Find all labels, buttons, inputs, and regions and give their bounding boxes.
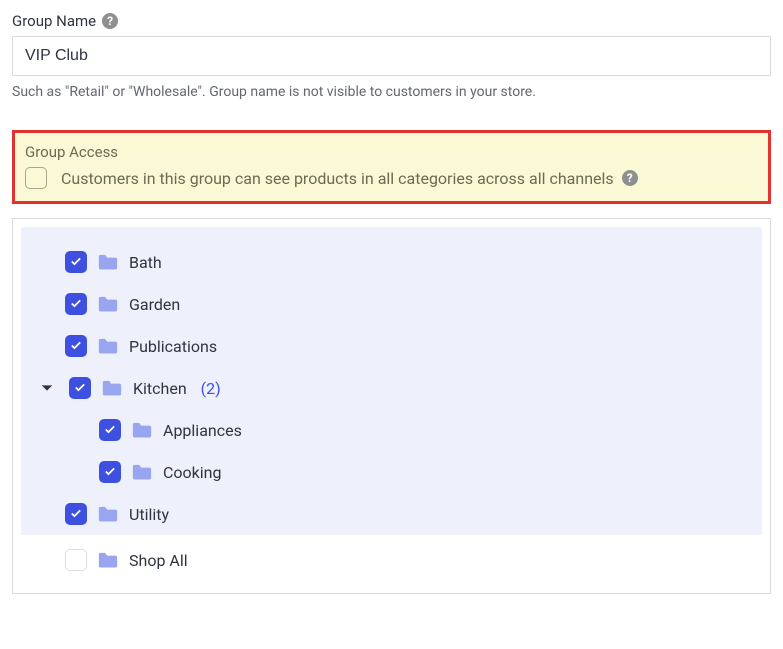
checkbox-bath[interactable] — [65, 251, 87, 273]
check-icon — [69, 297, 83, 311]
checkbox-shop-all[interactable] — [65, 549, 87, 571]
checkbox-utility[interactable] — [65, 503, 87, 525]
category-tree-panel: Bath Garden Publications — [12, 218, 771, 594]
folder-icon — [97, 551, 119, 569]
checkbox-appliances[interactable] — [99, 419, 121, 441]
tree-label: Bath — [129, 253, 162, 272]
group-access-panel: Group Access Customers in this group can… — [12, 130, 771, 204]
tree-label: Appliances — [163, 421, 242, 440]
check-icon — [69, 507, 83, 521]
tree-label: Shop All — [129, 551, 188, 570]
tree-row-bath[interactable]: Bath — [37, 241, 746, 283]
tree-label: Garden — [129, 295, 180, 314]
checkbox-kitchen[interactable] — [69, 377, 91, 399]
tree-row-appliances[interactable]: Appliances — [37, 409, 746, 451]
folder-icon — [97, 295, 119, 313]
tree-row-utility[interactable]: Utility — [37, 493, 746, 535]
help-icon[interactable]: ? — [622, 170, 638, 186]
tree-row-shop-all[interactable]: Shop All — [21, 535, 762, 585]
checkbox-cooking[interactable] — [99, 461, 121, 483]
tree-row-garden[interactable]: Garden — [37, 283, 746, 325]
group-access-checkbox[interactable] — [25, 167, 47, 189]
chevron-down-icon[interactable] — [37, 381, 57, 395]
group-access-text: Customers in this group can see products… — [61, 169, 614, 188]
tree-label: Kitchen — [133, 379, 187, 398]
folder-icon — [97, 337, 119, 355]
folder-icon — [131, 463, 153, 481]
check-icon — [103, 465, 117, 479]
folder-icon — [97, 505, 119, 523]
check-icon — [69, 339, 83, 353]
check-icon — [73, 381, 87, 395]
check-icon — [69, 255, 83, 269]
group-access-title: Group Access — [25, 143, 758, 161]
tree-row-publications[interactable]: Publications — [37, 325, 746, 367]
tree-row-cooking[interactable]: Cooking — [37, 451, 746, 493]
group-name-input[interactable] — [12, 36, 771, 76]
folder-icon — [131, 421, 153, 439]
checkbox-garden[interactable] — [65, 293, 87, 315]
check-icon — [103, 423, 117, 437]
tree-label: Utility — [129, 505, 169, 524]
group-name-hint: Such as "Retail" or "Wholesale". Group n… — [12, 84, 771, 100]
checkbox-publications[interactable] — [65, 335, 87, 357]
group-name-label: Group Name — [12, 12, 96, 30]
help-icon[interactable]: ? — [102, 13, 118, 29]
folder-icon — [97, 253, 119, 271]
tree-label: Cooking — [163, 463, 221, 482]
tree-row-kitchen[interactable]: Kitchen (2) — [37, 367, 746, 409]
tree-count: (2) — [201, 379, 221, 398]
folder-icon — [101, 379, 123, 397]
tree-label: Publications — [129, 337, 217, 356]
